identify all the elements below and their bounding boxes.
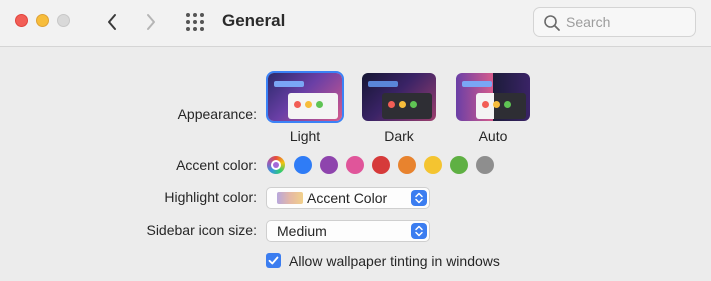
show-all-button[interactable]: [184, 11, 206, 33]
chevron-right-icon: [147, 14, 155, 30]
updown-chevron-icon: [415, 225, 423, 237]
wallpaper-tinting-label[interactable]: Allow wallpaper tinting in windows: [289, 253, 500, 269]
zoom-window-button[interactable]: [57, 14, 70, 27]
accent-swatch-purple[interactable]: [320, 156, 338, 174]
accent-swatch-pink[interactable]: [346, 156, 364, 174]
popup-stepper: [411, 190, 427, 206]
search-input[interactable]: [566, 12, 686, 32]
accent-swatch-multicolor[interactable]: [267, 156, 285, 174]
popup-stepper: [411, 223, 427, 239]
auto-mode-thumbnail: [456, 73, 530, 121]
sidebar-icon-size-label: Sidebar icon size:: [146, 222, 257, 238]
highlight-color-popup[interactable]: Accent Color: [266, 187, 430, 209]
appearance-option-light[interactable]: Light: [266, 73, 344, 144]
accent-swatch-red[interactable]: [372, 156, 390, 174]
appearance-label: Appearance:: [177, 106, 257, 122]
appearance-option-label: Light: [289, 128, 321, 144]
search-icon: [544, 15, 560, 31]
wallpaper-tinting-checkbox[interactable]: [266, 253, 281, 268]
appearance-option-label: Auto: [478, 128, 508, 144]
close-window-button[interactable]: [15, 14, 28, 27]
accent-swatch-blue[interactable]: [294, 156, 312, 174]
accent-swatch-green[interactable]: [450, 156, 468, 174]
search-field[interactable]: [533, 7, 696, 37]
checkmark-icon: [268, 256, 279, 265]
light-mode-thumbnail: [268, 73, 342, 121]
highlight-color-preview: [277, 192, 303, 204]
minimize-window-button[interactable]: [36, 14, 49, 27]
window-title: General: [222, 11, 286, 30]
grid-icon: [186, 13, 204, 31]
accent-color-label: Accent color:: [176, 157, 257, 173]
highlight-color-label: Highlight color:: [164, 189, 257, 205]
sidebar-icon-size-popup[interactable]: Medium: [266, 220, 430, 242]
toolbar: General: [0, 0, 711, 47]
dark-mode-thumbnail: [362, 73, 436, 121]
back-button[interactable]: [100, 10, 124, 34]
accent-swatch-graphite[interactable]: [476, 156, 494, 174]
appearance-option-dark[interactable]: Dark: [360, 73, 438, 144]
highlight-color-value: Accent Color: [307, 190, 388, 206]
forward-button[interactable]: [139, 10, 163, 34]
appearance-option-auto[interactable]: Auto: [454, 73, 532, 144]
updown-chevron-icon: [415, 192, 423, 204]
appearance-option-label: Dark: [384, 128, 414, 144]
sidebar-icon-size-value: Medium: [277, 223, 327, 239]
accent-swatch-yellow[interactable]: [424, 156, 442, 174]
accent-swatch-orange[interactable]: [398, 156, 416, 174]
chevron-left-icon: [108, 14, 116, 30]
